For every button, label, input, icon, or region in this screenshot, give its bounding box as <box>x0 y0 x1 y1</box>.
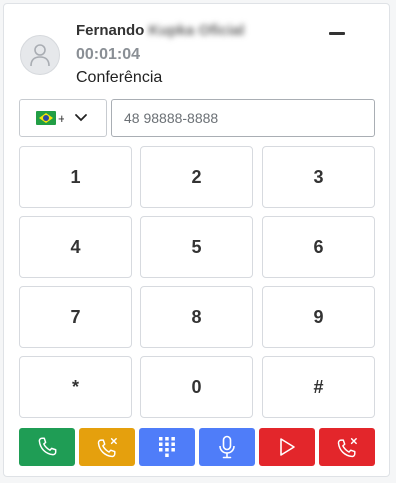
minimize-icon[interactable] <box>329 32 345 35</box>
microphone-icon <box>219 435 235 459</box>
key-0[interactable]: 0 <box>140 356 253 418</box>
softphone-panel: Fernando Kupka Oficial 00:01:04 Conferên… <box>3 3 390 477</box>
key-3[interactable]: 3 <box>262 146 375 208</box>
end-call-button[interactable] <box>319 428 375 466</box>
key-8[interactable]: 8 <box>140 286 253 348</box>
chevron-down-icon <box>75 114 87 122</box>
caller-last-name: Kupka Oficial <box>144 22 245 39</box>
call-button[interactable] <box>19 428 75 466</box>
key-7[interactable]: 7 <box>19 286 132 348</box>
call-timer: 00:01:04 <box>76 46 141 63</box>
key-5[interactable]: 5 <box>140 216 253 278</box>
caller-name: Fernando Kupka Oficial <box>76 22 244 39</box>
key-hash[interactable]: # <box>262 356 375 418</box>
key-2[interactable]: 2 <box>140 146 253 208</box>
keypad-button[interactable] <box>139 428 195 466</box>
microphone-button[interactable] <box>199 428 255 466</box>
user-icon <box>30 44 50 67</box>
key-9[interactable]: 9 <box>262 286 375 348</box>
caller-first-name: Fernando <box>76 22 145 39</box>
hangup-transfer-button[interactable] <box>79 428 135 466</box>
phone-x-icon <box>337 438 357 458</box>
play-icon <box>280 438 295 456</box>
phone-icon <box>38 437 57 456</box>
phone-x-icon <box>97 438 117 458</box>
call-status: Conferência <box>76 69 163 86</box>
brazil-flag-icon <box>36 111 56 125</box>
avatar <box>20 35 60 75</box>
key-6[interactable]: 6 <box>262 216 375 278</box>
keypad-icon <box>159 437 175 457</box>
country-selector[interactable]: +55 <box>19 99 107 137</box>
key-4[interactable]: 4 <box>19 216 132 278</box>
phone-number-input[interactable] <box>111 99 375 137</box>
play-button[interactable] <box>259 428 315 466</box>
country-code: +55 <box>58 110 64 126</box>
key-star[interactable]: * <box>19 356 132 418</box>
key-1[interactable]: 1 <box>19 146 132 208</box>
